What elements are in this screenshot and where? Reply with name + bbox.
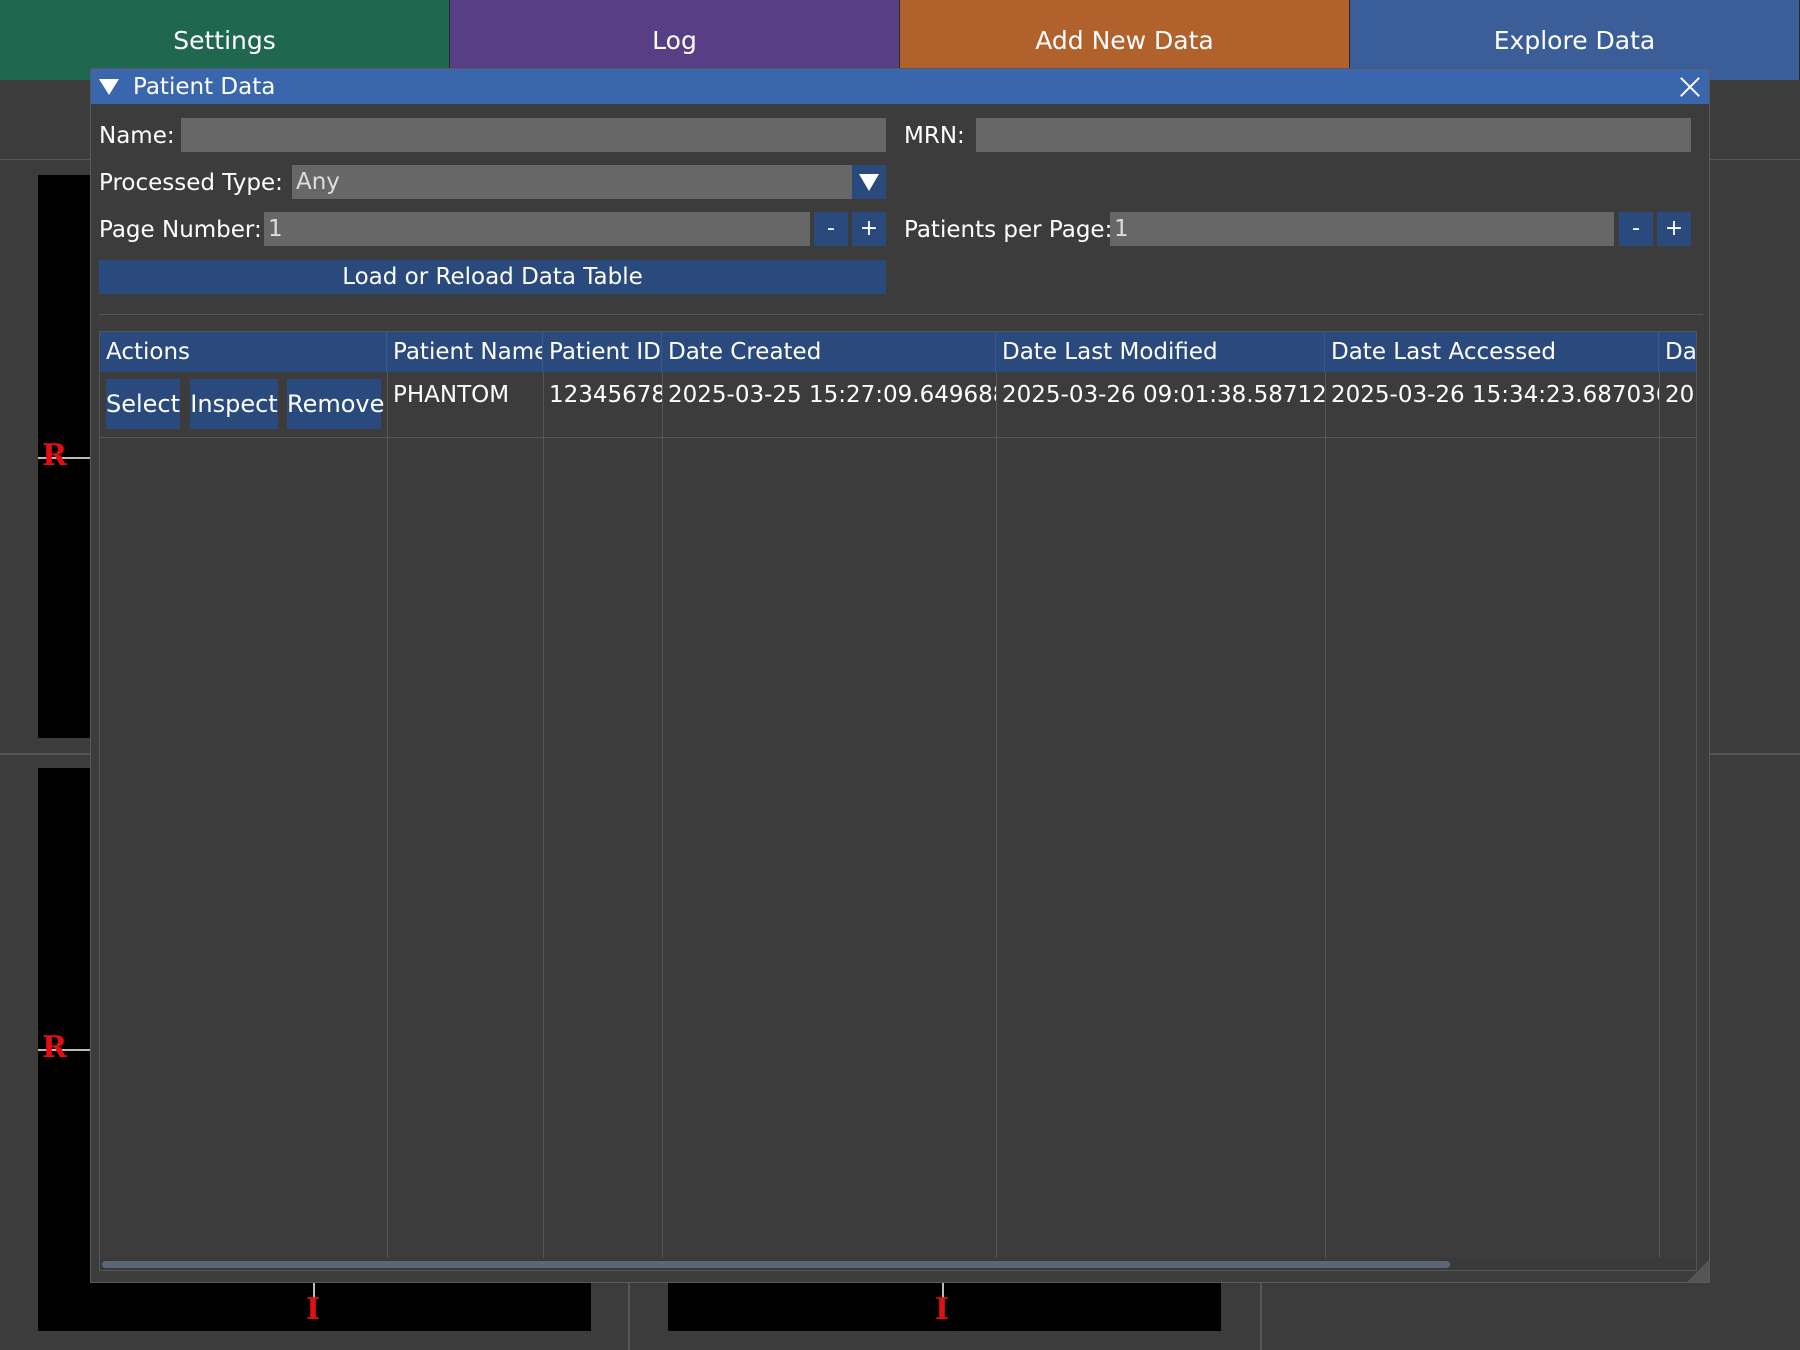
- viewport-divider: [628, 1283, 630, 1350]
- cell-date-last-accessed: 2025-03-26 15:34:23.687036: [1331, 382, 1659, 408]
- column-divider: [1659, 372, 1660, 1270]
- page-number-input[interactable]: 1: [264, 212, 810, 246]
- column-divider: [1325, 372, 1326, 1270]
- column-header-date-last-accessed[interactable]: Date Last Accessed: [1325, 332, 1659, 372]
- patient-data-table: Actions Patient Name Patient ID Date Cre…: [99, 331, 1697, 1271]
- processed-type-select[interactable]: Any: [292, 165, 852, 199]
- column-header-date-created[interactable]: Date Created: [662, 332, 996, 372]
- orientation-marker-r: R: [42, 438, 67, 473]
- cell-date-last-modified: 2025-03-26 09:01:38.587128: [1002, 382, 1325, 408]
- cell-patient-id: 12345678: [549, 382, 662, 408]
- page-number-label: Page Number:: [99, 217, 262, 243]
- dialog-title: Patient Data: [133, 73, 276, 100]
- resize-grip-icon[interactable]: [1687, 1260, 1709, 1282]
- select-button[interactable]: Select: [106, 379, 180, 429]
- close-icon[interactable]: [1679, 75, 1701, 97]
- cell-date-created: 2025-03-25 15:27:09.649688: [668, 382, 996, 408]
- dialog-title-bar[interactable]: Patient Data: [91, 69, 1709, 104]
- table-header: Actions Patient Name Patient ID Date Cre…: [100, 332, 1696, 372]
- processed-type-label: Processed Type:: [99, 170, 283, 196]
- row-divider: [100, 437, 1696, 438]
- mrn-input[interactable]: [976, 118, 1691, 152]
- name-label: Name:: [99, 123, 175, 149]
- viewport-divider: [1260, 1283, 1262, 1350]
- scrollbar-thumb[interactable]: [102, 1261, 1450, 1268]
- column-header-patient-name[interactable]: Patient Name: [387, 332, 543, 372]
- column-header-patient-id[interactable]: Patient ID: [543, 332, 662, 372]
- remove-button[interactable]: Remove: [287, 379, 384, 429]
- patient-data-dialog: Patient Data Name: MRN: Processed Type: …: [90, 68, 1710, 1283]
- dropdown-arrow-icon[interactable]: [852, 165, 886, 199]
- patients-per-page-label: Patients per Page:: [904, 217, 1113, 243]
- patients-per-page-decrement-button[interactable]: -: [1619, 212, 1653, 246]
- horizontal-scrollbar[interactable]: [100, 1258, 1696, 1270]
- column-divider: [543, 372, 544, 1270]
- page-number-decrement-button[interactable]: -: [814, 212, 848, 246]
- orientation-marker-r: R: [42, 1030, 67, 1065]
- inspect-button[interactable]: Inspect: [190, 379, 278, 429]
- column-divider: [387, 372, 388, 1270]
- collapse-triangle-icon[interactable]: [99, 78, 119, 95]
- patients-per-page-increment-button[interactable]: +: [1657, 212, 1691, 246]
- column-header-date[interactable]: Date: [1659, 332, 1696, 372]
- column-divider: [662, 372, 663, 1270]
- patients-per-page-input[interactable]: 1: [1110, 212, 1614, 246]
- orientation-marker-i: I: [935, 1292, 950, 1327]
- column-header-date-last-modified[interactable]: Date Last Modified: [996, 332, 1325, 372]
- column-header-actions[interactable]: Actions: [100, 332, 387, 372]
- name-input[interactable]: [181, 118, 886, 152]
- mrn-label: MRN:: [904, 123, 965, 149]
- load-data-table-button[interactable]: Load or Reload Data Table: [99, 260, 886, 294]
- column-divider: [996, 372, 997, 1270]
- cell-date-extra: 2025: [1665, 382, 1696, 408]
- orientation-marker-i: I: [306, 1292, 321, 1327]
- cell-patient-name: PHANTOM: [393, 382, 510, 408]
- page-number-increment-button[interactable]: +: [852, 212, 886, 246]
- section-separator: [99, 314, 1703, 315]
